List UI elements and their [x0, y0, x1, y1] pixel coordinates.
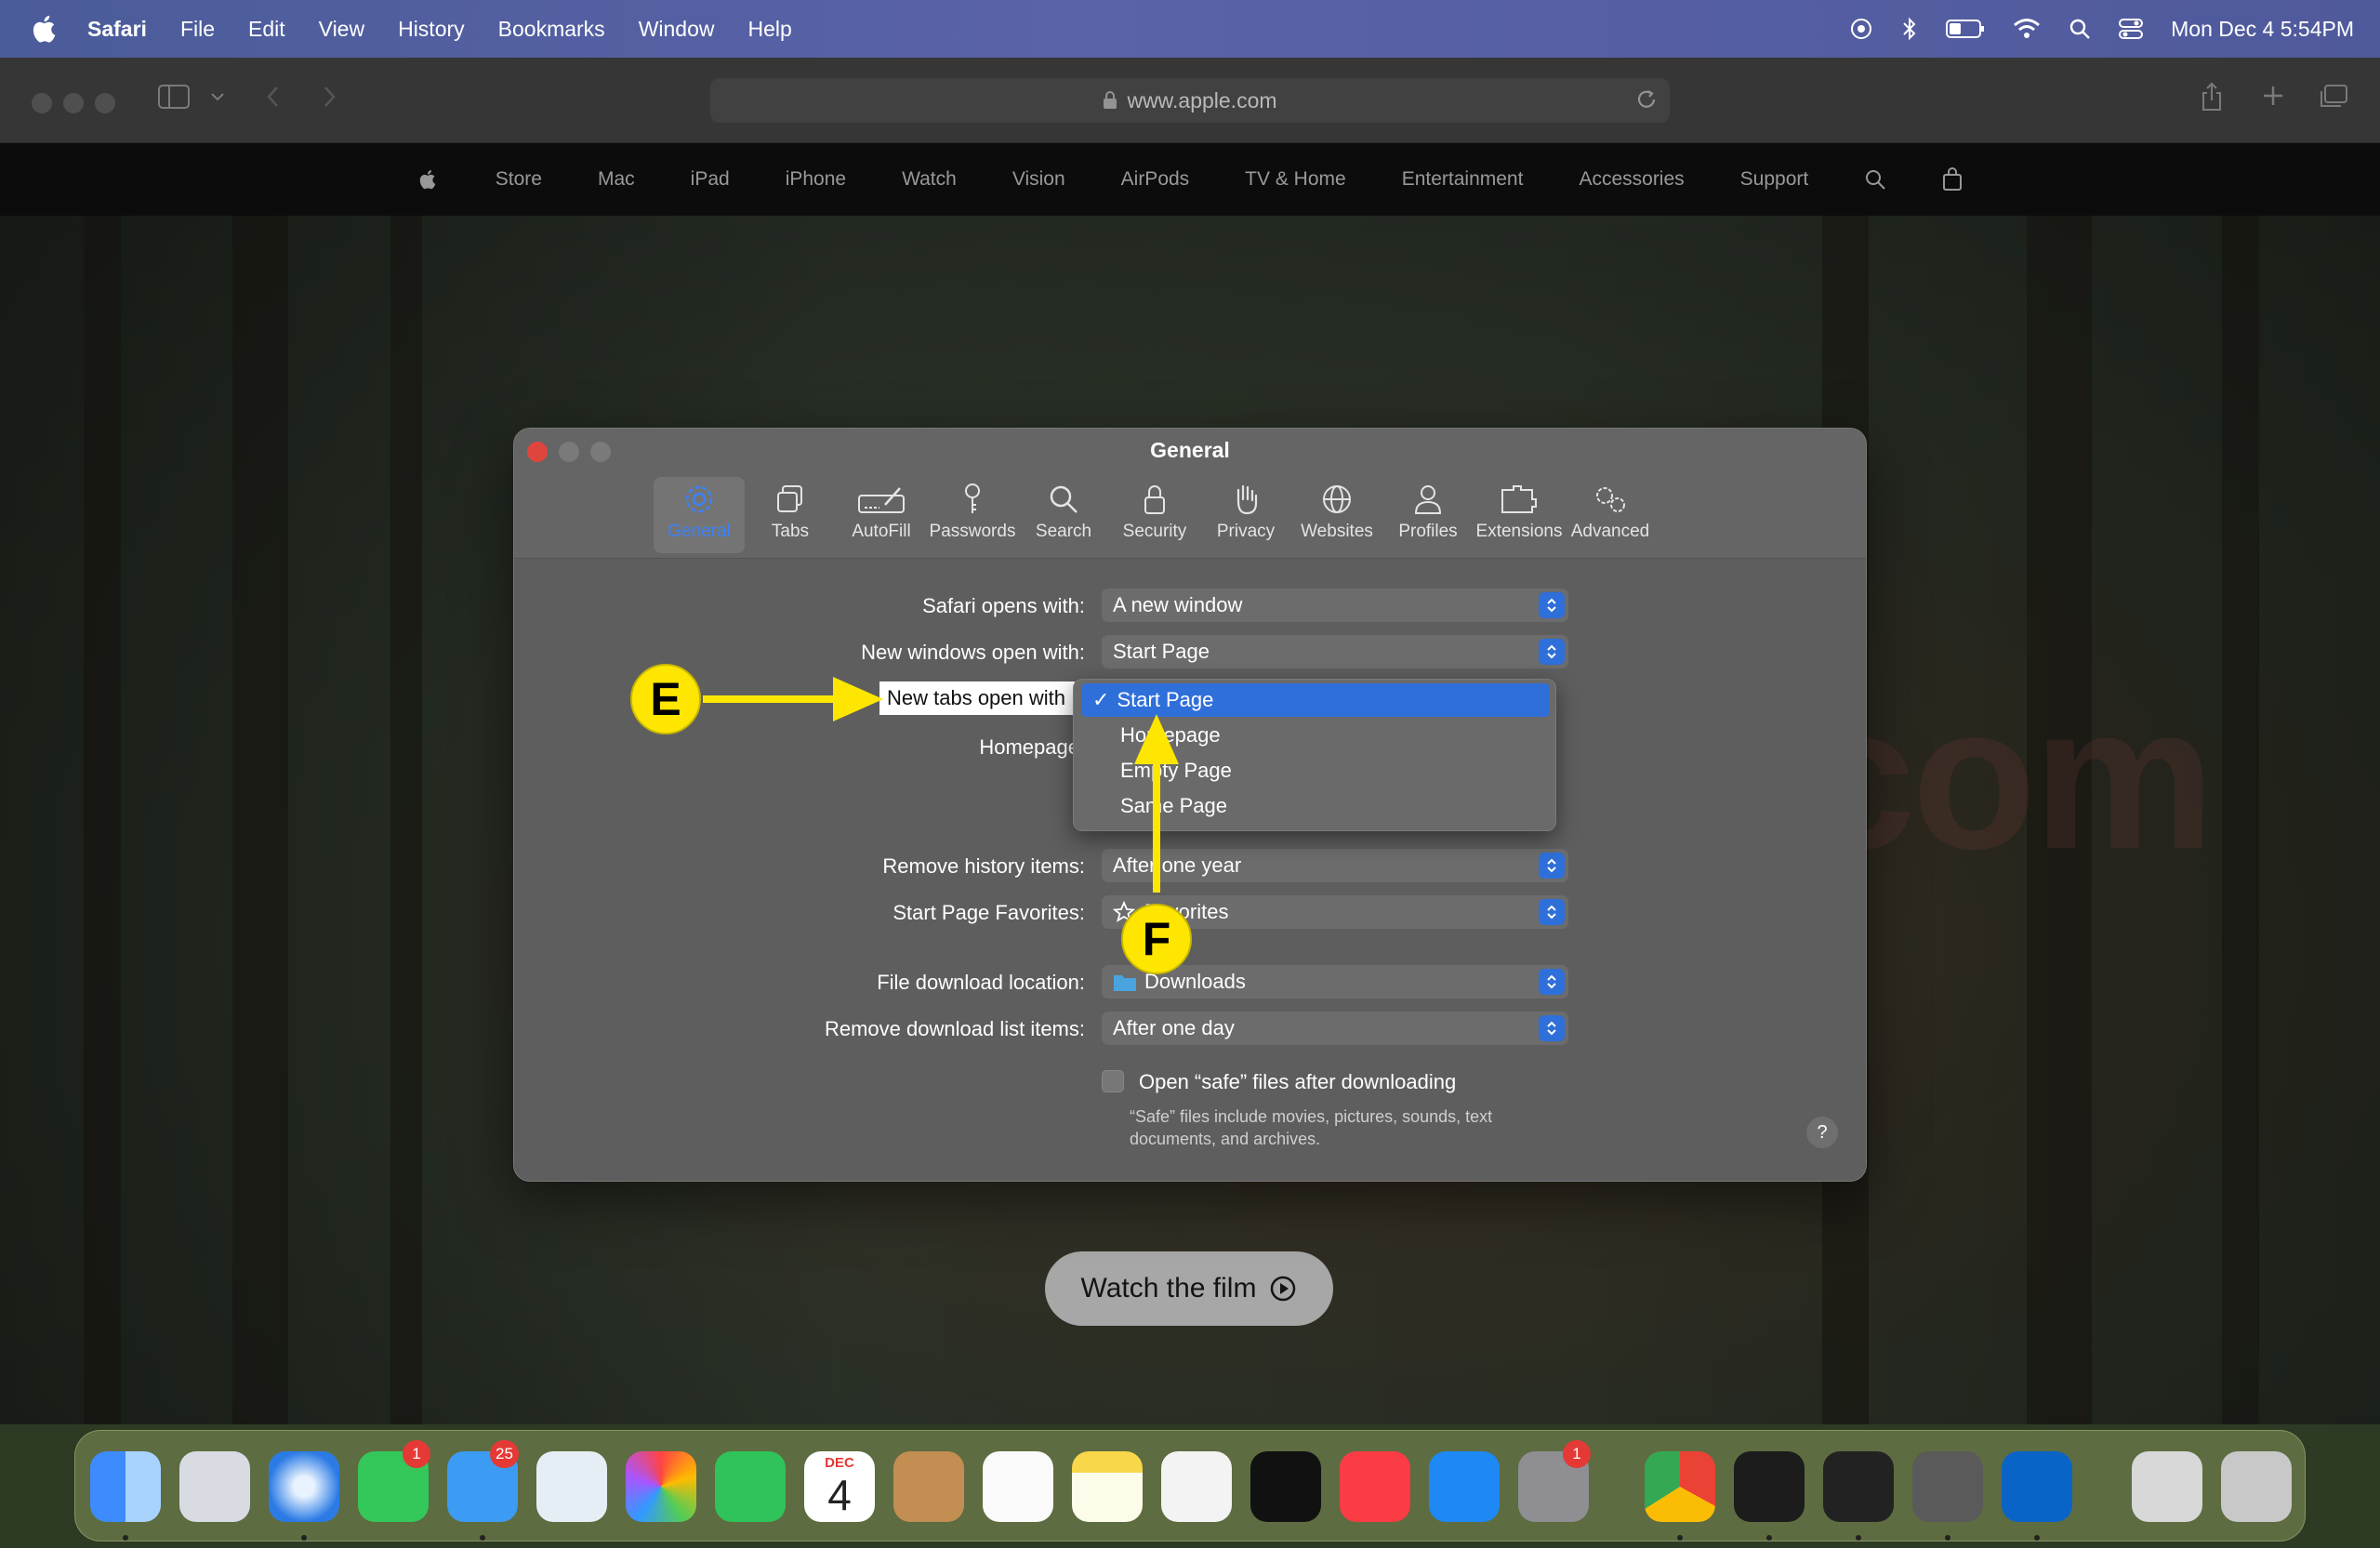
- calendar-icon[interactable]: DEC 4: [804, 1451, 875, 1522]
- launchpad-icon[interactable]: [179, 1451, 250, 1522]
- apple-tv-icon[interactable]: [1250, 1451, 1321, 1522]
- keychain-icon[interactable]: [1912, 1451, 1983, 1522]
- chrome-icon[interactable]: [1645, 1451, 1715, 1522]
- music-icon[interactable]: [1340, 1451, 1410, 1522]
- contacts-icon[interactable]: [893, 1451, 964, 1522]
- callout-e: E: [630, 664, 701, 734]
- mail-badge: 25: [490, 1440, 519, 1468]
- facetime-icon[interactable]: [715, 1451, 786, 1522]
- callout-f: F: [1121, 904, 1192, 974]
- dock: 1 25 DEC 4 1: [74, 1430, 2306, 1541]
- dock-area: 1 25 DEC 4 1: [0, 1424, 2380, 1548]
- settings-badge: 1: [1563, 1440, 1591, 1468]
- terminal-icon[interactable]: [1823, 1451, 1894, 1522]
- freeform-icon[interactable]: [1161, 1451, 1232, 1522]
- calendar-month: DEC: [825, 1455, 854, 1471]
- downloads-stack-icon[interactable]: [2132, 1451, 2202, 1522]
- app-store-icon[interactable]: [1429, 1451, 1500, 1522]
- notes-icon[interactable]: [1072, 1451, 1143, 1522]
- calendar-day: 4: [827, 1471, 852, 1519]
- reminders-icon[interactable]: [983, 1451, 1053, 1522]
- annotation-arrows: [703, 677, 1179, 893]
- outlook-icon[interactable]: [2002, 1451, 2072, 1522]
- safari-icon[interactable]: [269, 1451, 339, 1522]
- activity-monitor-icon[interactable]: [1734, 1451, 1805, 1522]
- messages-badge: 1: [403, 1440, 430, 1468]
- photos-icon[interactable]: [626, 1451, 696, 1522]
- finder-icon[interactable]: [90, 1451, 161, 1522]
- trash-icon[interactable]: [2221, 1451, 2292, 1522]
- maps-icon[interactable]: [536, 1451, 607, 1522]
